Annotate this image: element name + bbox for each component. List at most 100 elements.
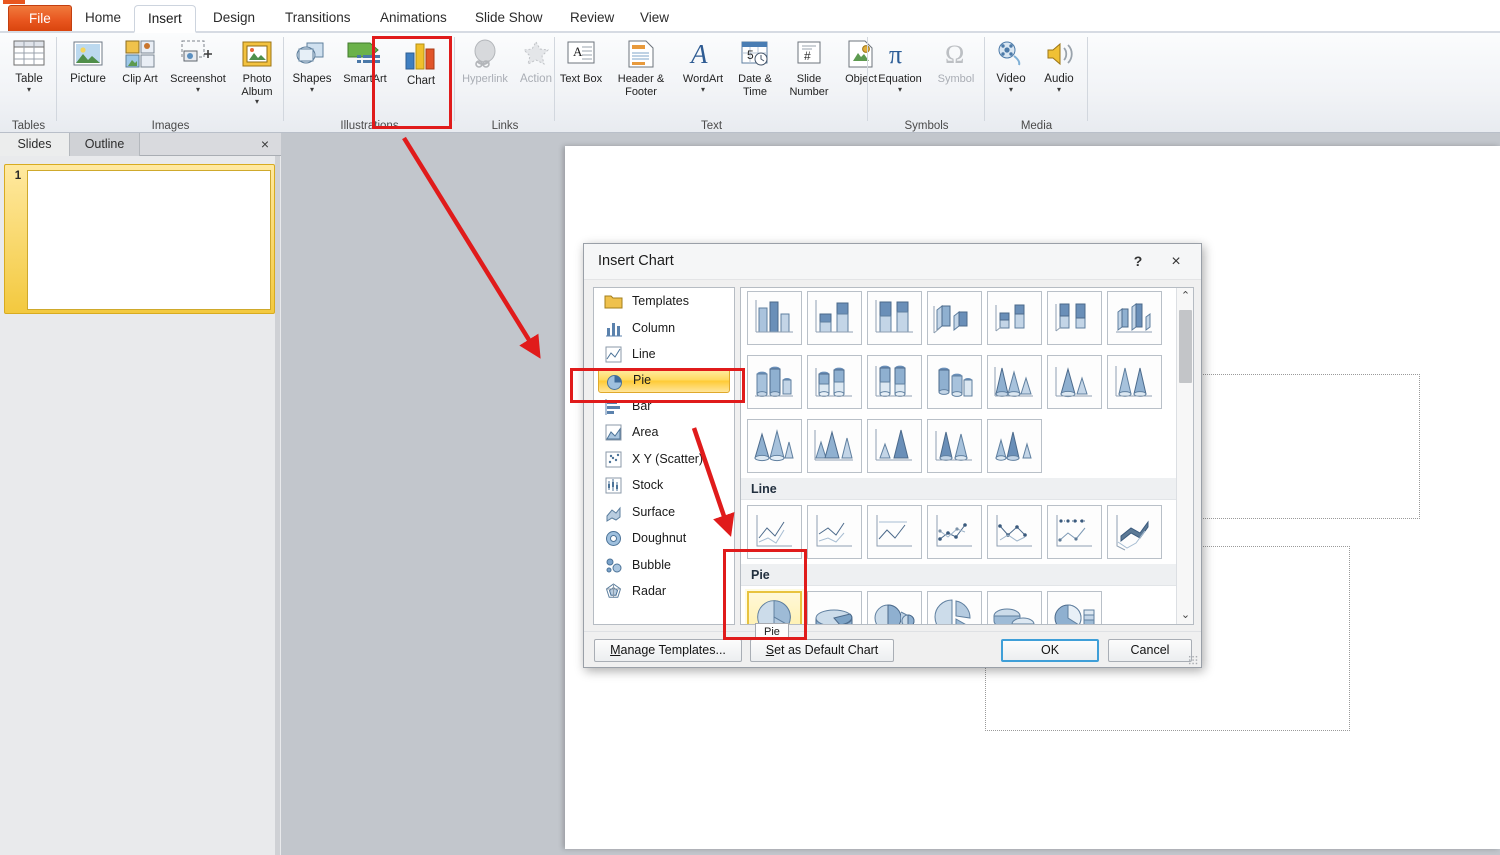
help-icon[interactable]: ? <box>1127 251 1149 273</box>
chart-type-bubble[interactable]: Bubble <box>594 552 734 579</box>
ribbon-button-audio[interactable]: Audio ▾ <box>1035 37 1083 94</box>
chart-type-label: Surface <box>632 504 676 519</box>
gallery-item-100-stacked-line[interactable] <box>867 505 922 559</box>
tab-outline[interactable]: Outline <box>70 133 140 156</box>
equation-icon: π <box>870 39 930 72</box>
gallery-item-stacked-cylinder[interactable] <box>807 355 862 409</box>
chart-type-area[interactable]: Area <box>594 419 734 446</box>
chart-type-doughnut[interactable]: Doughnut <box>594 525 734 552</box>
tab-file[interactable]: File <box>8 5 72 32</box>
chart-type-templates[interactable]: Templates <box>594 288 734 315</box>
gallery-item-3d-100-stacked-column[interactable] <box>1047 291 1102 345</box>
resize-grip[interactable] <box>1188 655 1198 665</box>
chart-gallery[interactable]: Column <box>740 287 1194 625</box>
tab-design[interactable]: Design <box>200 5 268 33</box>
chevron-down-icon[interactable]: ▾ <box>231 98 283 106</box>
gallery-item-100-stacked-cylinder[interactable] <box>867 355 922 409</box>
chevron-down-icon[interactable]: ▾ <box>1035 85 1083 94</box>
ribbon-button-equation[interactable]: π Equation ▾ <box>870 37 930 94</box>
ribbon-button-video[interactable]: Video ▾ <box>987 37 1035 94</box>
gallery-item-3d-line[interactable] <box>1107 505 1162 559</box>
gallery-item-bar-of-pie[interactable] <box>1047 591 1102 624</box>
gallery-item-stacked-cone[interactable] <box>1047 355 1102 409</box>
chart-type-list[interactable]: Templates Column Line Pie Bar Area X Y (… <box>593 287 735 625</box>
chart-type-surface[interactable]: Surface <box>594 499 734 526</box>
chart-type-radar[interactable]: Radar <box>594 578 734 605</box>
close-icon[interactable]: × <box>257 135 273 153</box>
tab-transitions[interactable]: Transitions <box>272 5 364 33</box>
gallery-item-3d-stacked-column[interactable] <box>987 291 1042 345</box>
gallery-item-pie-of-pie[interactable] <box>867 591 922 624</box>
gallery-item-stacked-line-with-markers[interactable] <box>987 505 1042 559</box>
ribbon-button-wordart[interactable]: A WordArt ▾ <box>677 37 729 94</box>
tab-slides[interactable]: Slides <box>0 133 70 156</box>
chart-type-line[interactable]: Line <box>594 341 734 368</box>
ribbon-button-date-time-label: Date & Time <box>738 73 772 98</box>
chart-type-stock[interactable]: Stock <box>594 472 734 499</box>
chart-type-bar[interactable]: Bar <box>594 393 734 420</box>
ok-button[interactable]: OK <box>1001 639 1099 662</box>
ribbon-button-date-time[interactable]: 5 Date & Time <box>729 37 781 98</box>
scroll-down-icon[interactable]: ⌄ <box>1177 607 1193 624</box>
set-as-default-chart-button[interactable]: Set as Default Chart <box>750 639 894 662</box>
gallery-item-100-stacked-column[interactable] <box>867 291 922 345</box>
gallery-item-clustered-column[interactable] <box>747 291 802 345</box>
ribbon-button-picture[interactable]: Picture <box>61 37 115 86</box>
chevron-down-icon[interactable]: ▾ <box>2 85 56 94</box>
ribbon-button-clip-art[interactable]: Clip Art <box>113 37 167 86</box>
ribbon-button-smartart[interactable]: SmartArt <box>338 37 392 86</box>
tab-slide-show[interactable]: Slide Show <box>462 5 556 33</box>
ribbon-button-chart[interactable]: Chart <box>394 37 448 88</box>
chart-type-column[interactable]: Column <box>594 315 734 342</box>
tab-view[interactable]: View <box>627 5 682 33</box>
chevron-down-icon[interactable]: ▾ <box>870 85 930 94</box>
gallery-item-stacked-line[interactable] <box>807 505 862 559</box>
slide-thumbnail-item[interactable]: 1 <box>4 164 275 314</box>
scroll-up-icon[interactable]: ⌃ <box>1177 288 1193 305</box>
gallery-item-3d-pyramid[interactable] <box>927 419 982 473</box>
tab-home[interactable]: Home <box>72 5 134 33</box>
chart-type-scatter[interactable]: X Y (Scatter) <box>594 446 734 473</box>
gallery-item-clustered-cone[interactable] <box>987 355 1042 409</box>
cancel-button[interactable]: Cancel <box>1108 639 1192 662</box>
gallery-item-stacked-pyramid[interactable] <box>807 419 862 473</box>
gallery-item-line[interactable] <box>747 505 802 559</box>
gallery-item-3d-cone-column[interactable] <box>987 419 1042 473</box>
gallery-item-stacked-column[interactable] <box>807 291 862 345</box>
scrollbar-thumb[interactable] <box>1179 310 1192 383</box>
manage-templates-button[interactable]: Manage Templates... <box>594 639 742 662</box>
gallery-item-clustered-cylinder[interactable] <box>747 355 802 409</box>
tab-animations[interactable]: Animations <box>367 5 460 33</box>
gallery-item-line-with-markers[interactable] <box>927 505 982 559</box>
gallery-item-pie[interactable] <box>745 589 804 624</box>
gallery-item-100-stacked-line-with-markers[interactable] <box>1047 505 1102 559</box>
chevron-down-icon[interactable]: ▾ <box>987 85 1035 94</box>
ribbon-button-audio-label: Audio <box>1044 73 1074 85</box>
ribbon-button-slide-number[interactable]: # Slide Number <box>781 37 837 98</box>
gallery-item-3d-clustered-column[interactable] <box>927 291 982 345</box>
panel-scrollbar[interactable] <box>275 156 280 855</box>
ribbon-button-screenshot[interactable]: Screenshot ▾ <box>167 37 229 94</box>
gallery-item-exploded-pie[interactable] <box>927 591 982 624</box>
chevron-down-icon[interactable]: ▾ <box>677 85 729 94</box>
ribbon-button-photo-album[interactable]: Photo Album ▾ <box>231 37 283 106</box>
gallery-scrollbar[interactable]: ⌃ ⌄ <box>1176 288 1193 624</box>
gallery-item-exploded-3d-pie[interactable] <box>987 591 1042 624</box>
video-icon <box>987 39 1035 72</box>
gallery-item-3d-pie[interactable] <box>807 591 862 624</box>
ribbon-button-header-footer[interactable]: Header & Footer <box>605 37 677 98</box>
gallery-item-3d-column[interactable] <box>1107 291 1162 345</box>
chevron-down-icon[interactable]: ▾ <box>285 85 339 94</box>
ribbon-button-shapes[interactable]: Shapes ▾ <box>285 37 339 94</box>
gallery-item-100-stacked-pyramid[interactable] <box>867 419 922 473</box>
gallery-item-100-stacked-cone[interactable] <box>1107 355 1162 409</box>
chart-type-pie[interactable]: Pie <box>598 367 730 393</box>
tab-review[interactable]: Review <box>557 5 627 33</box>
chevron-down-icon[interactable]: ▾ <box>167 85 229 94</box>
gallery-item-3d-cylinder[interactable] <box>927 355 982 409</box>
close-icon[interactable]: × <box>1163 251 1189 273</box>
ribbon-button-text-box[interactable]: A Text Box <box>557 37 605 86</box>
gallery-item-clustered-pyramid[interactable] <box>747 419 802 473</box>
ribbon-button-table[interactable]: Table ▾ <box>2 37 56 94</box>
tab-insert[interactable]: Insert <box>134 5 196 33</box>
